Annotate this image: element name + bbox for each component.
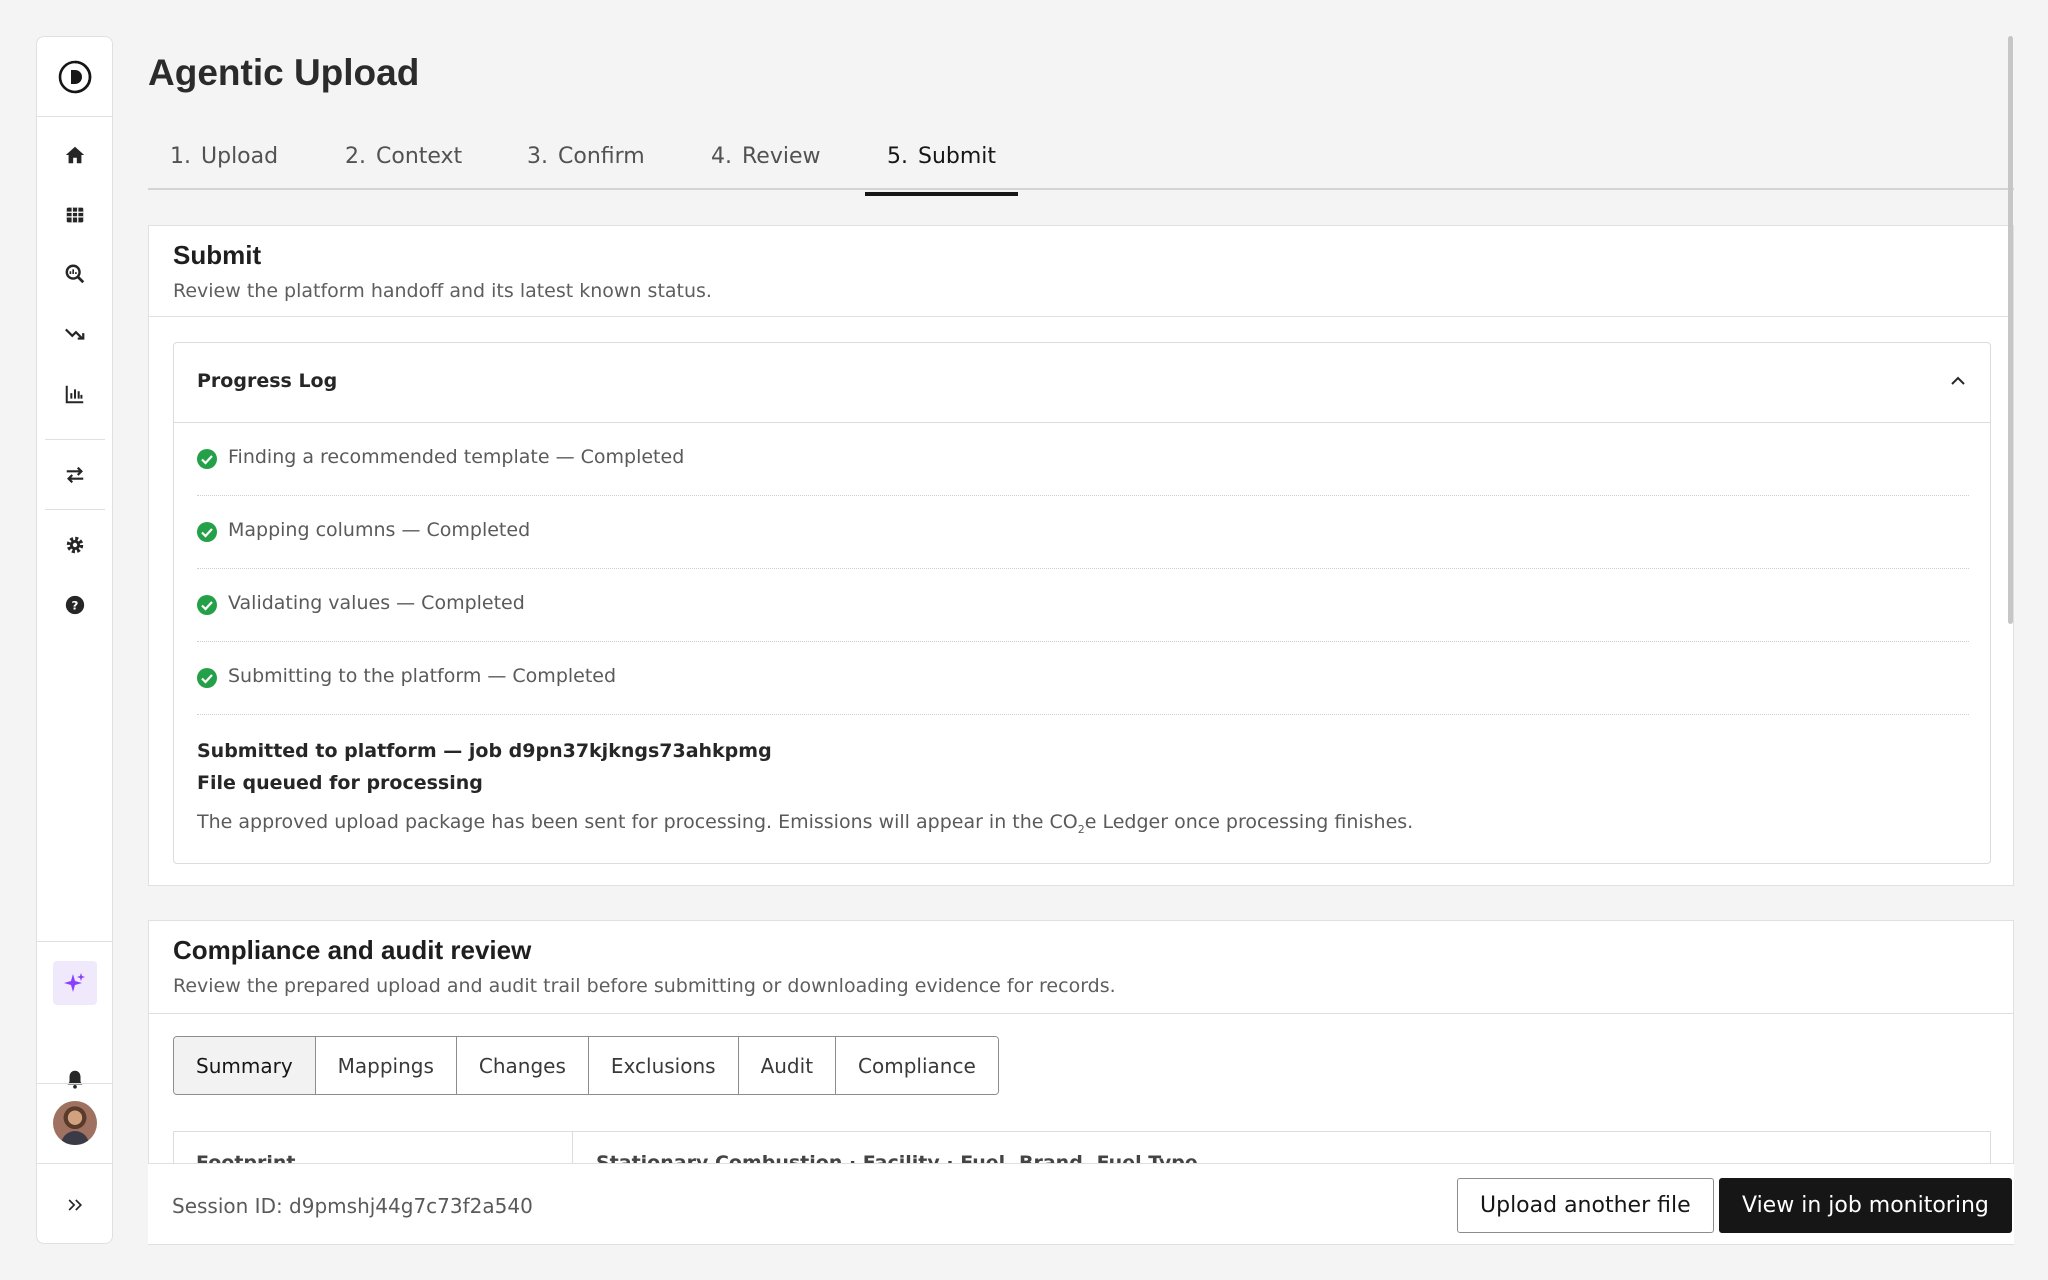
tab-context[interactable]: 2. Context (323, 144, 484, 190)
review-tabs: Summary Mappings Changes Exclusions Audi… (173, 1036, 999, 1095)
tab-mappings[interactable]: Mappings (315, 1037, 457, 1094)
tab-step-number: 3. (527, 144, 548, 169)
log-item: Validating values — Completed (197, 569, 1969, 642)
queued-status-line: File queued for processing (197, 772, 483, 794)
log-item-text: Validating values — Completed (228, 592, 525, 614)
help-icon[interactable]: ? (61, 591, 89, 619)
submit-card: Submit Review the platform handoff and i… (148, 225, 2014, 886)
sidebar-divider (37, 941, 112, 942)
tab-audit[interactable]: Audit (738, 1037, 837, 1094)
svg-text:?: ? (72, 599, 79, 613)
card-divider (149, 316, 2013, 317)
logo-icon[interactable] (37, 37, 112, 117)
compliance-title: Compliance and audit review (173, 935, 532, 965)
page-title: Agentic Upload (148, 52, 420, 93)
log-item: Finding a recommended template — Complet… (197, 423, 1969, 496)
submit-title: Submit (173, 240, 262, 270)
log-item: Submitting to the platform — Completed (197, 642, 1969, 715)
log-item-text: Mapping columns — Completed (228, 519, 531, 541)
log-item: Mapping columns — Completed (197, 496, 1969, 569)
scrollbar[interactable] (2008, 36, 2013, 624)
session-id: Session ID: d9pmshj44g7c73f2a540 (172, 1194, 533, 1218)
tab-step-number: 5. (887, 144, 908, 169)
processing-note-text: e Ledger once processing finishes. (1084, 811, 1414, 833)
home-icon[interactable] (61, 141, 89, 169)
tab-changes[interactable]: Changes (456, 1037, 589, 1094)
tab-step-number: 4. (711, 144, 732, 169)
check-circle-icon (197, 522, 217, 542)
processing-note-text: The approved upload package has been sen… (197, 811, 1078, 833)
processing-note-subscript: 2 (1077, 822, 1085, 836)
table-icon[interactable] (61, 201, 89, 229)
tab-step-number: 2. (345, 144, 366, 169)
check-circle-icon (197, 449, 217, 469)
progress-log-title: Progress Log (197, 370, 338, 392)
search-analytics-icon[interactable] (61, 260, 89, 288)
tab-review[interactable]: 4. Review (689, 144, 843, 190)
footer-bar: Session ID: d9pmshj44g7c73f2a540 Upload … (148, 1163, 2014, 1245)
expand-icon[interactable] (61, 1191, 89, 1219)
log-item-text: Submitting to the platform — Completed (228, 665, 617, 687)
submit-subtitle: Review the platform handoff and its late… (173, 280, 712, 302)
compliance-subtitle: Review the prepared upload and audit tra… (173, 975, 1116, 997)
trend-down-icon[interactable] (61, 320, 89, 348)
tab-label: Review (742, 144, 821, 169)
bell-icon[interactable] (61, 1065, 89, 1093)
tab-upload[interactable]: 1. Upload (148, 144, 300, 190)
step-tabs: 1. Upload 2. Context 3. Confirm 4. Review 5.… (148, 138, 2014, 196)
tab-step-number: 1. (170, 144, 191, 169)
check-circle-icon (197, 668, 217, 688)
sidebar-divider (45, 509, 105, 510)
tab-exclusions[interactable]: Exclusions (588, 1037, 739, 1094)
bar-chart-icon[interactable] (61, 380, 89, 408)
tab-label: Upload (201, 144, 279, 169)
log-item-text: Finding a recommended template — Complet… (228, 446, 685, 468)
ai-sparkle-icon[interactable] (53, 961, 97, 1005)
card-divider (149, 1013, 2013, 1014)
view-job-monitoring-button[interactable]: View in job monitoring (1719, 1178, 2012, 1233)
submitted-job-line: Submitted to platform — job d9pn37kjkngs… (197, 740, 772, 762)
sidebar-divider (37, 1083, 112, 1084)
avatar[interactable] (53, 1101, 97, 1145)
tab-label: Confirm (558, 144, 645, 169)
sidebar-divider (37, 1163, 112, 1164)
tab-summary[interactable]: Summary (174, 1037, 316, 1094)
tab-submit[interactable]: 5. Submit (865, 144, 1019, 196)
check-circle-icon (197, 595, 217, 615)
tab-label: Submit (918, 144, 997, 169)
progress-log: Progress Log Finding a recommended templ… (173, 342, 1991, 864)
tab-label: Context (376, 144, 463, 169)
processing-note: The approved upload package has been sen… (197, 811, 1413, 836)
upload-another-button[interactable]: Upload another file (1457, 1178, 1714, 1233)
tab-confirm[interactable]: 3. Confirm (505, 144, 667, 190)
transfer-icon[interactable] (61, 461, 89, 489)
sidebar: ? (36, 36, 113, 1244)
tab-compliance[interactable]: Compliance (836, 1037, 998, 1094)
chevron-up-icon[interactable] (1948, 371, 1968, 391)
progress-log-header[interactable]: Progress Log (174, 343, 1990, 423)
sidebar-divider (45, 439, 105, 440)
settings-icon[interactable] (61, 531, 89, 559)
compliance-card: Compliance and audit review Review the p… (148, 920, 2014, 1180)
